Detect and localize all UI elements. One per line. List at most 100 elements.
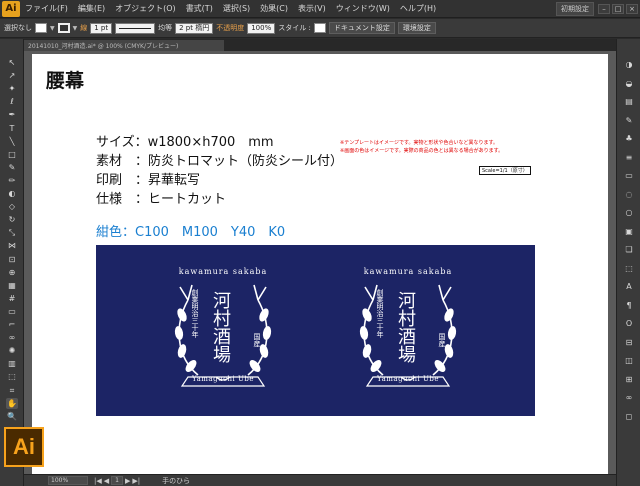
menu-object[interactable]: オブジェクト(O): [110, 3, 181, 14]
emblem-right: kawamura sakaba 河村酒場 創業明治三十年 国産 Yamaguch…: [343, 245, 473, 416]
canvas-area[interactable]: 腰幕 サイズ：w1800×h700 mm 素材 ：防炎トロマット（防炎シール付）…: [24, 51, 616, 474]
next-artboard-icon[interactable]: ▶: [125, 477, 130, 485]
pencil-tool[interactable]: ✏: [6, 175, 18, 186]
brushes-icon[interactable]: ✎: [623, 115, 635, 126]
free-transform-tool[interactable]: ⊡: [6, 254, 18, 265]
links-icon[interactable]: ∞: [623, 392, 635, 403]
spec-size: サイズ：w1800×h700 mm: [96, 135, 274, 150]
transform-icon[interactable]: ⊞: [623, 374, 635, 385]
artboards-icon[interactable]: ⬚: [623, 263, 635, 274]
spec-material: 素材 ：防炎トロマット（防炎シール付）: [96, 154, 344, 169]
symbol-sprayer-tool[interactable]: ✺: [6, 345, 18, 356]
graphic-styles-icon[interactable]: ▣: [623, 226, 635, 237]
last-artboard-icon[interactable]: ▶|: [132, 477, 140, 485]
slice-tool[interactable]: ⌗: [6, 385, 18, 396]
banner-preview[interactable]: kawamura sakaba 河村酒場 創業明治三十年 国産 Yamaguch…: [96, 245, 535, 416]
emblem-left: kawamura sakaba 河村酒場 創業明治三十年 国産 Yamaguch…: [158, 245, 288, 416]
style-label: スタイル :: [278, 24, 311, 32]
app-logo: Ai: [2, 0, 20, 17]
zoom-tool[interactable]: 🔍: [6, 411, 18, 422]
prev-artboard-icon[interactable]: ◀: [104, 477, 109, 485]
illustrator-logo: Ai: [4, 427, 44, 467]
direct-selection-tool[interactable]: ↗: [6, 70, 18, 81]
stroke-dropdown-icon[interactable]: ▼: [73, 25, 78, 32]
stroke-swatch[interactable]: [57, 23, 70, 33]
eraser-tool[interactable]: ◇: [6, 201, 18, 212]
rotate-tool[interactable]: ↻: [6, 214, 18, 225]
gradient-icon[interactable]: ▭: [623, 170, 635, 181]
first-artboard-icon[interactable]: |◀: [94, 477, 102, 485]
rectangle-tool[interactable]: □: [6, 149, 18, 160]
menu-window[interactable]: ウィンドウ(W): [331, 3, 395, 14]
column-graph-tool[interactable]: ▥: [6, 358, 18, 369]
variable-width-profile[interactable]: [115, 22, 156, 34]
disclaimer-line-1: ※テンプレートはイメージです。実物と形状や色合いなど異なります。: [340, 140, 498, 146]
opacity-field[interactable]: 100%: [247, 22, 276, 34]
pathfinder-icon[interactable]: ◫: [623, 355, 635, 366]
blend-tool[interactable]: ∞: [6, 332, 18, 343]
zoom-level-field[interactable]: 100%: [48, 476, 88, 485]
symbols-icon[interactable]: ♣: [623, 133, 635, 144]
menu-edit[interactable]: 編集(E): [73, 3, 110, 14]
artboard[interactable]: 腰幕 サイズ：w1800×h700 mm 素材 ：防炎トロマット（防炎シール付）…: [32, 54, 608, 474]
stroke-width-field[interactable]: 1 pt: [90, 22, 113, 34]
width-tool[interactable]: ⋈: [6, 240, 18, 251]
disclaimer-note: ※テンプレートはイメージです。実物と形状や色合いなど異なります。 ※画面の色はイ…: [340, 139, 503, 155]
fill-dropdown-icon[interactable]: ▼: [50, 25, 55, 32]
document-setup-button[interactable]: ドキュメント設定: [328, 22, 395, 34]
document-tab[interactable]: 20141010_河村酒造.ai* @ 100% (CMYK/プレビュー): [24, 40, 224, 51]
appearance-icon[interactable]: ○: [623, 207, 635, 218]
opentype-icon[interactable]: O: [623, 318, 635, 329]
artboard-tool[interactable]: ⬚: [6, 371, 18, 382]
eyedropper-tool[interactable]: ⌐: [6, 319, 18, 330]
color-panel-icon[interactable]: ◑: [623, 59, 635, 70]
menu-view[interactable]: 表示(V): [293, 3, 331, 14]
gradient-tool[interactable]: ▭: [6, 306, 18, 317]
profile-line: [119, 27, 152, 29]
scale-tool[interactable]: ⤡: [6, 227, 18, 238]
type-tool[interactable]: T: [6, 123, 18, 134]
paintbrush-tool[interactable]: ✎: [6, 162, 18, 173]
menu-effect[interactable]: 効果(C): [255, 3, 293, 14]
character-icon[interactable]: A: [623, 281, 635, 292]
opacity-label[interactable]: 不透明度: [216, 23, 244, 33]
stroke-icon[interactable]: ≡: [623, 152, 635, 163]
minimize-icon[interactable]: –: [598, 3, 610, 14]
layers-icon[interactable]: ❏: [623, 244, 635, 255]
preferences-button[interactable]: 環境設定: [397, 22, 436, 34]
pen-tool[interactable]: ✒: [6, 109, 18, 120]
color-guide-icon[interactable]: ◒: [623, 78, 635, 89]
hand-tool[interactable]: ✋: [6, 397, 18, 409]
menu-type[interactable]: 書式(T): [181, 3, 218, 14]
control-bar: 選択なし ▼ ▼ 線 1 pt 均等 2 pt 楕円 不透明度 100% スタイ…: [0, 19, 640, 38]
fill-swatch[interactable]: [35, 23, 47, 33]
paragraph-icon[interactable]: ¶: [623, 300, 635, 311]
emblem-established: 創業明治三十年: [376, 289, 384, 338]
menu-help[interactable]: ヘルプ(H): [395, 3, 441, 14]
align-icon[interactable]: ⊟: [623, 337, 635, 348]
maximize-icon[interactable]: □: [612, 3, 624, 14]
shape-builder-tool[interactable]: ⊕: [6, 267, 18, 278]
style-swatch[interactable]: [313, 23, 326, 33]
lasso-tool[interactable]: ℓ: [6, 96, 18, 107]
emblem-established: 創業明治三十年: [191, 289, 199, 338]
emblem-name: 河村酒場: [210, 291, 231, 363]
selection-status: 選択なし: [4, 24, 32, 32]
stroke-label[interactable]: 線: [80, 23, 87, 33]
tools-panel: ↖ ↗ ✦ ℓ ✒ T ╲ □ ✎ ✏ ◐ ◇ ↻ ⤡ ⋈ ⊡ ⊕ ▦ # ▭ ⌐ ∞ ✺ ▥ ⬚ ⌗ ✋ 🔍: [0, 39, 24, 486]
perspective-grid-tool[interactable]: ▦: [6, 280, 18, 291]
blob-brush-tool[interactable]: ◐: [6, 188, 18, 199]
line-tool[interactable]: ╲: [6, 136, 18, 147]
menu-file[interactable]: ファイル(F): [20, 3, 73, 14]
selection-tool[interactable]: ↖: [6, 57, 18, 68]
artboard-number-field[interactable]: 1: [111, 476, 123, 485]
menu-select[interactable]: 選択(S): [218, 3, 255, 14]
magic-wand-tool[interactable]: ✦: [6, 83, 18, 94]
close-icon[interactable]: ×: [626, 3, 638, 14]
brush-definition-field[interactable]: 2 pt 楕円: [175, 22, 214, 34]
swatches-icon[interactable]: ▤: [623, 96, 635, 107]
mesh-tool[interactable]: #: [6, 293, 18, 304]
workspace-switcher[interactable]: 初期設定: [556, 1, 594, 16]
transparency-icon[interactable]: ◌: [623, 189, 635, 200]
navigator-icon[interactable]: ◻: [623, 411, 635, 422]
